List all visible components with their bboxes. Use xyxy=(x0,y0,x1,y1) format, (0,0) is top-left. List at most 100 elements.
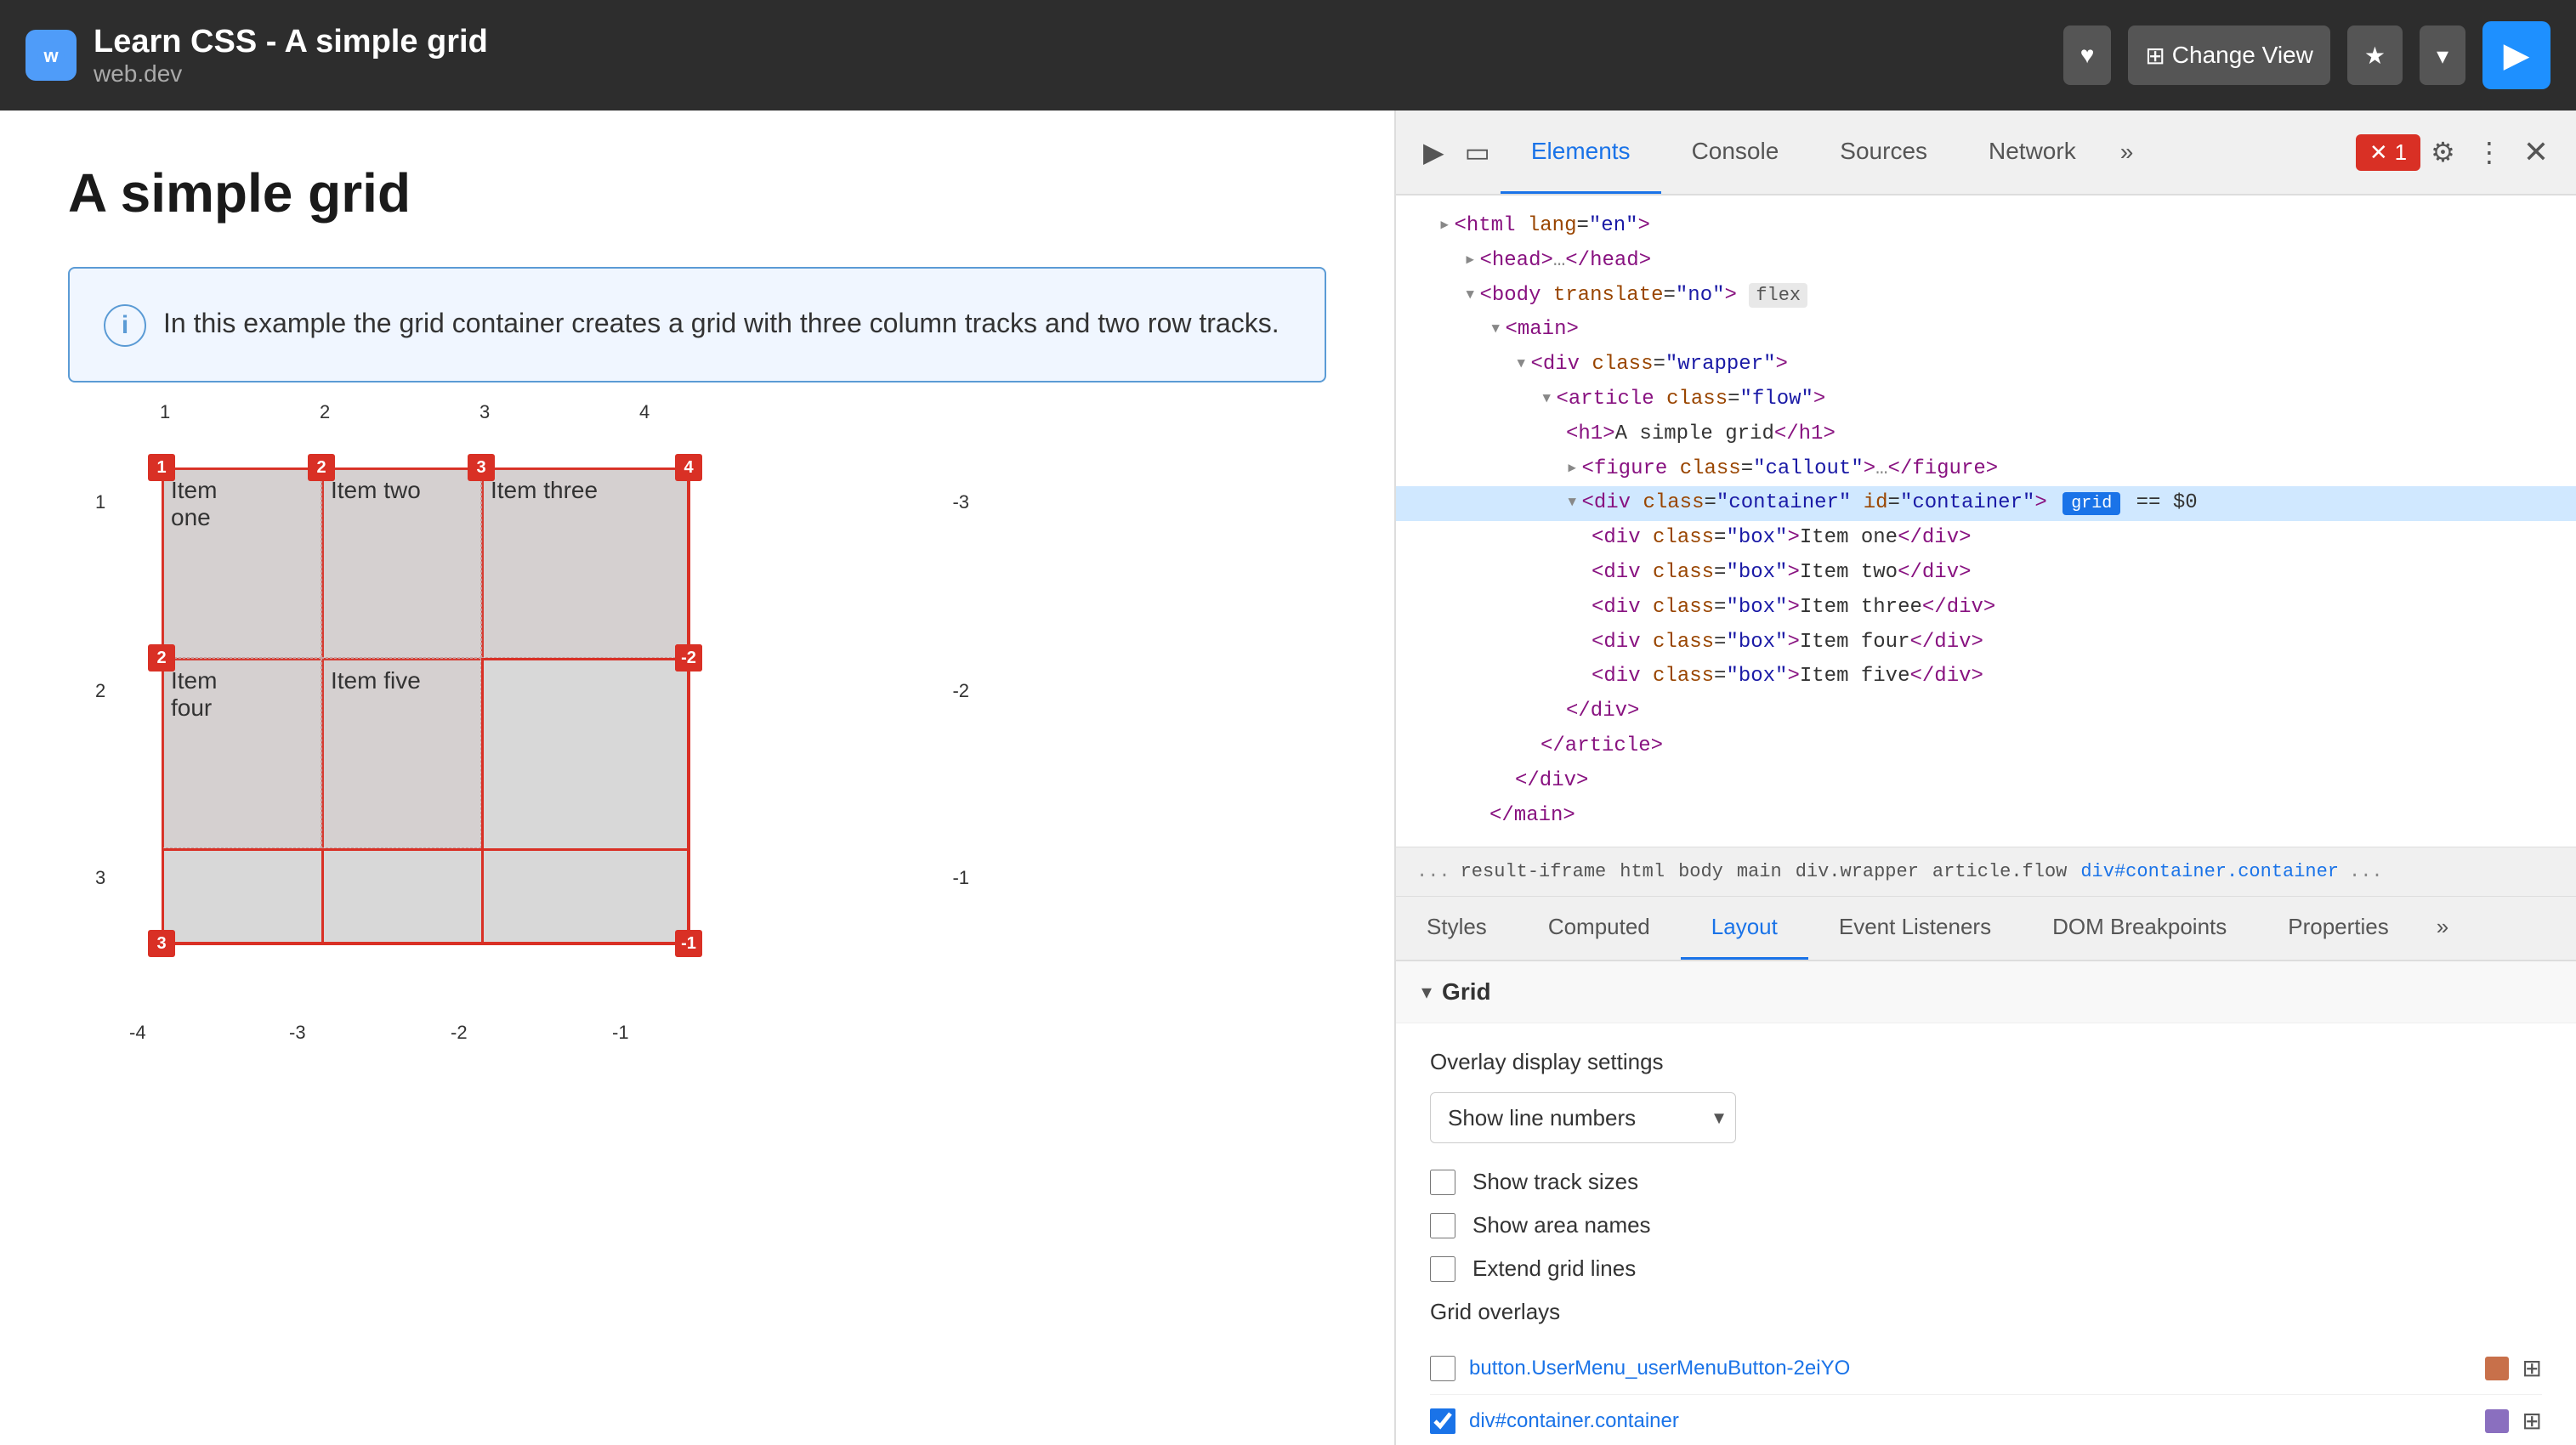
svg-text:w: w xyxy=(43,45,59,66)
overlay-usermenu-checkbox[interactable] xyxy=(1430,1356,1455,1381)
close-devtools-button[interactable]: ✕ xyxy=(2513,124,2559,180)
page-title-block: Learn CSS - A simple grid web.dev xyxy=(94,24,488,88)
tree-line-box2: <div class="box">Item two</div> xyxy=(1413,556,2559,591)
terminal-icon: ▶ xyxy=(2504,36,2530,75)
dropdown-arrow-button[interactable]: ▾ xyxy=(2420,26,2465,85)
expand-head[interactable]: ▸ xyxy=(1464,249,1476,272)
breadcrumb-container[interactable]: div#container.container xyxy=(2074,858,2346,886)
grid-item-2: Item two xyxy=(322,468,480,513)
grid-cell-2: Item two xyxy=(321,468,481,658)
neg-col-label-2: -2 xyxy=(451,1022,468,1044)
overlay-container-label[interactable]: div#container.container xyxy=(1469,1409,2471,1433)
inspect-element-button[interactable]: ▶ xyxy=(1413,126,1455,178)
expand-main[interactable]: ▾ xyxy=(1489,318,1501,341)
tree-line-figure: ▸<figure class="callout">…</figure> xyxy=(1413,452,2559,487)
overlay-usermenu-grid-icon[interactable]: ⊞ xyxy=(2522,1354,2542,1382)
breadcrumb-dots-start: ... xyxy=(1413,861,1454,882)
grid-item-4: Itemfour xyxy=(162,659,321,730)
subtab-event-listeners[interactable]: Event Listeners xyxy=(1808,897,2022,960)
subtab-styles[interactable]: Styles xyxy=(1396,897,1518,960)
overlay-item-usermenu: button.UserMenu_userMenuButton-2eiYO ⊞ xyxy=(1430,1342,2542,1395)
overlay-container-grid-icon[interactable]: ⊞ xyxy=(2522,1407,2542,1435)
row-label-2: 2 xyxy=(95,680,105,702)
tree-line-wrapper: ▾<div class="wrapper"> xyxy=(1413,348,2559,382)
breadcrumb-main[interactable]: main xyxy=(1730,858,1789,886)
device-toolbar-button[interactable]: ▭ xyxy=(1455,126,1501,178)
overlay-usermenu-label[interactable]: button.UserMenu_userMenuButton-2eiYO xyxy=(1469,1357,2471,1380)
breadcrumb: ... result-iframe html body main div.wra… xyxy=(1396,847,2576,897)
overlay-usermenu-color xyxy=(2485,1357,2509,1380)
breadcrumb-body[interactable]: body xyxy=(1671,858,1730,886)
more-options-button[interactable]: ⋮ xyxy=(2465,126,2513,178)
html-tree: ▸<html lang="en"> ▸<head>…</head> ▾<body… xyxy=(1396,196,2576,847)
marker-3-1: 3 xyxy=(148,930,175,957)
site-logo: w xyxy=(26,30,77,81)
subtab-computed[interactable]: Computed xyxy=(1518,897,1681,960)
grid-section-content: Overlay display settings Show line numbe… xyxy=(1396,1023,2576,1445)
settings-button[interactable]: ⚙ xyxy=(2420,126,2465,178)
overlay-item-container: div#container.container ⊞ xyxy=(1430,1395,2542,1445)
expand-body[interactable]: ▾ xyxy=(1464,284,1476,307)
grid-cell-4: Itemfour xyxy=(162,658,321,848)
expand-article[interactable]: ▾ xyxy=(1540,388,1552,411)
subtabs-more-button[interactable]: » xyxy=(2420,897,2465,960)
marker-1-1: 1 xyxy=(148,454,175,481)
marker-1-2: 2 xyxy=(308,454,335,481)
change-view-icon: ⊞ xyxy=(2145,42,2165,70)
overlay-display-select[interactable]: Show line numbers Show track sizes Show … xyxy=(1430,1092,1736,1143)
tree-line-container[interactable]: ▾<div class="container" id="container"> … xyxy=(1396,486,2576,521)
tabs-more-button[interactable]: » xyxy=(2107,110,2148,194)
neg-col-label-4: -4 xyxy=(129,1022,146,1044)
breadcrumb-article-flow[interactable]: article.flow xyxy=(1926,858,2074,886)
tree-line-html: ▸<html lang="en"> xyxy=(1413,209,2559,244)
tab-sources[interactable]: Sources xyxy=(1809,110,1958,194)
marker-neg2-right: -2 xyxy=(675,644,702,672)
subtab-properties[interactable]: Properties xyxy=(2257,897,2420,960)
tree-line-main: ▾<main> xyxy=(1413,313,2559,348)
expand-wrapper[interactable]: ▾ xyxy=(1515,353,1527,376)
row-label-3: 3 xyxy=(95,867,105,889)
grid-cell-3: Item three xyxy=(481,468,689,658)
grid-visual: Itemone Item two Item three Itemfour Ite… xyxy=(162,468,689,944)
tab-elements[interactable]: Elements xyxy=(1501,110,1661,194)
grid-cell-5: Item five xyxy=(321,658,481,848)
tab-network[interactable]: Network xyxy=(1958,110,2107,194)
h-line-bottom xyxy=(162,943,689,945)
tree-line-body: ▾<body translate="no"> flex xyxy=(1413,279,2559,314)
expand-html[interactable]: ▸ xyxy=(1438,214,1450,237)
tree-line-box1: <div class="box">Item one</div> xyxy=(1413,521,2559,556)
show-area-names-row: Show area names xyxy=(1430,1212,2542,1238)
subtabs: Styles Computed Layout Event Listeners D… xyxy=(1396,897,2576,961)
heart-button[interactable]: ♥ xyxy=(2063,26,2112,85)
show-track-sizes-checkbox[interactable] xyxy=(1430,1170,1455,1195)
error-badge[interactable]: ✕ 1 xyxy=(2356,134,2420,171)
bookmark-button[interactable]: ★ xyxy=(2347,26,2403,85)
tree-line-box4: <div class="box">Item four</div> xyxy=(1413,626,2559,660)
neg-col-label-1: -1 xyxy=(612,1022,629,1044)
extend-grid-lines-checkbox[interactable] xyxy=(1430,1256,1455,1282)
tab-console[interactable]: Console xyxy=(1661,110,1810,194)
show-area-names-checkbox[interactable] xyxy=(1430,1213,1455,1238)
marker-3-neg1: -1 xyxy=(675,930,702,957)
grid-section-header[interactable]: ▾ Grid xyxy=(1396,961,2576,1023)
marker-1-4: 4 xyxy=(675,454,702,481)
grid-overlays-label: Grid overlays xyxy=(1430,1299,2542,1325)
subtab-dom-breakpoints[interactable]: DOM Breakpoints xyxy=(2022,897,2257,960)
breadcrumb-div-wrapper[interactable]: div.wrapper xyxy=(1789,858,1926,886)
info-icon: i xyxy=(104,304,146,347)
grid-item-3: Item three xyxy=(482,468,688,513)
page-title-main: Learn CSS - A simple grid xyxy=(94,24,488,60)
neg-row-label-3: -3 xyxy=(952,491,969,513)
terminal-button[interactable]: ▶ xyxy=(2482,21,2550,89)
breadcrumb-html[interactable]: html xyxy=(1613,858,1671,886)
overlay-container-checkbox[interactable] xyxy=(1430,1408,1455,1434)
show-track-sizes-row: Show track sizes xyxy=(1430,1169,2542,1195)
expand-figure[interactable]: ▸ xyxy=(1566,457,1578,480)
grid-demo: 1 2 3 4 1 2 3 -4 -3 -2 -1 -3 -2 -1 xyxy=(68,434,952,1012)
grid-item-5: Item five xyxy=(322,659,480,703)
grid-item-1: Itemone xyxy=(162,468,321,540)
tree-line-close-div: </div> xyxy=(1413,694,2559,729)
subtab-layout[interactable]: Layout xyxy=(1681,897,1808,960)
change-view-button[interactable]: ⊞ Change View xyxy=(2128,26,2330,85)
breadcrumb-result-iframe[interactable]: result-iframe xyxy=(1454,858,1614,886)
